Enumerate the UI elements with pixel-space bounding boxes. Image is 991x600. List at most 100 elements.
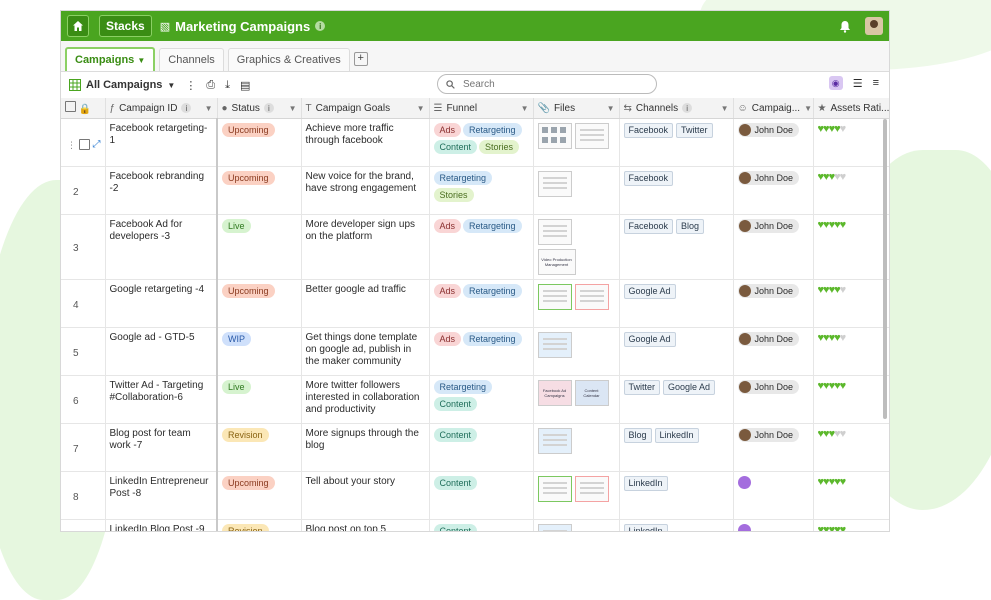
campaign-id-cell[interactable]: Facebook rebranding -2 [105,166,218,215]
status-cell[interactable]: Live [217,375,302,424]
row-index-cell[interactable]: 4 [61,279,106,328]
chevron-down-icon[interactable]: ▼ [607,104,615,113]
row-index-cell[interactable]: 2 [61,166,106,215]
channels-cell[interactable]: Blog LinkedIn [619,423,734,472]
column-header-campaign-id[interactable]: ƒ Campaign ID i ▼ [105,98,218,119]
chevron-down-icon[interactable]: ▼ [417,104,425,113]
channel-tag[interactable]: Facebook [623,123,674,138]
campaign-id-cell[interactable]: LinkedIn Blog Post -9 [105,519,218,531]
row-index-cell[interactable]: 7 [61,423,106,472]
channel-tag[interactable]: Twitter [676,123,713,138]
files-cell[interactable] [533,471,620,520]
files-cell[interactable]: Facebook Ad Campaigns Content Calendar [533,375,620,424]
table-row[interactable]: 7 Blog post for team work -7 Revision Mo… [61,423,889,472]
status-cell[interactable]: Live [217,214,302,280]
file-thumbnail[interactable]: Content Calendar [574,380,609,406]
channels-cell[interactable]: Google Ad [619,327,734,376]
funnel-cell[interactable]: Content [429,519,534,531]
heart-rating[interactable]: ♥♥♥♥♥ [818,171,847,183]
table-row[interactable]: 91 LinkedIn Blog Post -9 Revision Blog p… [61,519,889,531]
owner-chip[interactable]: John Doe [737,171,800,185]
chevron-down-icon[interactable]: ▼ [721,104,729,113]
hide-fields-icon[interactable]: ◉ [828,76,843,90]
channels-cell[interactable]: LinkedIn [619,471,734,520]
info-icon[interactable]: i [315,21,326,31]
owner-cell[interactable] [733,471,814,520]
add-tab-button[interactable]: + [353,52,368,66]
channel-tag[interactable]: Google Ad [623,332,676,347]
owner-cell[interactable] [733,519,814,531]
funnel-cell[interactable]: Ads Retargeting [429,327,534,376]
owner-chip[interactable]: John Doe [737,284,800,298]
channel-tag[interactable]: LinkedIn [654,428,699,443]
funnel-cell[interactable]: Content [429,423,534,472]
row-index-cell[interactable]: ⋮ ⤢ [61,118,106,167]
goal-cell[interactable]: More twitter followers interested in col… [301,375,430,424]
row-checkbox[interactable] [79,139,90,150]
more-icon[interactable]: ⋮ [185,79,196,92]
status-cell[interactable]: WIP [217,327,302,376]
search-box[interactable] [437,74,657,94]
layout-icon[interactable]: ▤ [240,79,250,92]
file-thumbnail[interactable] [574,123,609,149]
files-cell[interactable]: Video Production Management [533,214,620,280]
owner-cell[interactable]: John Doe [733,166,814,215]
goal-cell[interactable]: New voice for the brand, have strong eng… [301,166,430,215]
table-row[interactable]: 2 Facebook rebranding -2 Upcoming New vo… [61,166,889,215]
user-placeholder-icon[interactable] [737,476,751,489]
funnel-cell[interactable]: Ads Retargeting [429,214,534,280]
chevron-down-icon[interactable]: ▼ [521,104,529,113]
file-thumbnail[interactable]: Facebook Ad Campaigns [537,380,572,406]
funnel-cell[interactable]: Ads Retargeting [429,279,534,328]
rating-cell[interactable]: ♥♥♥♥♥ [813,166,889,215]
channel-tag[interactable]: Twitter [623,380,661,395]
channels-cell[interactable]: Twitter Google Ad [619,375,734,424]
owner-chip[interactable]: John Doe [737,332,800,346]
campaign-id-cell[interactable]: Blog post for team work -7 [105,423,218,472]
chevron-down-icon[interactable]: ▼ [289,104,297,113]
files-cell[interactable] [533,519,620,531]
rating-cell[interactable]: ♥♥♥♥♥ [813,279,889,328]
goal-cell[interactable]: Get things done template on google ad, p… [301,327,430,376]
stacks-button[interactable]: Stacks [99,15,152,37]
rating-cell[interactable]: ♥♥♥♥♥ [813,471,889,520]
table-row[interactable]: 6 Twitter Ad - Targeting #Collaboration-… [61,375,889,424]
user-avatar[interactable] [865,17,883,35]
row-index-cell[interactable]: 6 [61,375,106,424]
heart-rating[interactable]: ♥♥♥♥♥ [818,524,847,531]
tab-channels[interactable]: Channels [159,48,224,71]
file-thumbnail[interactable] [537,123,572,149]
owner-chip[interactable]: John Doe [737,380,800,394]
heart-rating[interactable]: ♥♥♥♥♥ [818,476,847,488]
column-header-assets-rating[interactable]: ★ Assets Rati... [813,98,889,119]
heart-rating[interactable]: ♥♥♥♥♥ [818,284,847,296]
files-cell[interactable] [533,423,620,472]
status-cell[interactable]: Revision [217,423,302,472]
funnel-cell[interactable]: Retargeting Stories [429,166,534,215]
column-header-channels[interactable]: ⇆ Channels i ▼ [619,98,734,119]
chevron-down-icon[interactable]: ▼ [205,104,213,113]
channels-cell[interactable]: Facebook Blog [619,214,734,280]
channels-cell[interactable]: Facebook Twitter [619,118,734,167]
heart-rating[interactable]: ♥♥♥♥♥ [818,123,847,135]
search-input[interactable] [461,77,635,91]
campaign-id-cell[interactable]: LinkedIn Entrepreneur Post -8 [105,471,218,520]
row-index-cell[interactable]: 3 [61,214,106,280]
table-row[interactable]: 5 Google ad - GTD-5 WIP Get things done … [61,327,889,376]
status-cell[interactable]: Revision [217,519,302,531]
campaign-id-cell[interactable]: Twitter Ad - Targeting #Collaboration-6 [105,375,218,424]
campaign-id-cell[interactable]: Google retargeting -4 [105,279,218,328]
column-header-campaign-owner[interactable]: ☺ Campaig... ▼ [733,98,814,119]
channel-tag[interactable]: Facebook [623,219,674,234]
rating-cell[interactable]: ♥♥♥♥♥ [813,375,889,424]
drag-handle-icon[interactable]: ⋮ [67,139,76,151]
column-header-funnel[interactable]: ☰ Funnel ▼ [429,98,534,119]
tab-campaigns[interactable]: Campaigns ▼ [65,47,156,71]
goal-cell[interactable]: Blog post on top 5 mantras to become a s… [301,519,430,531]
files-cell[interactable] [533,327,620,376]
file-thumbnail[interactable] [537,428,572,454]
status-cell[interactable]: Upcoming [217,118,302,167]
file-thumbnail[interactable] [537,332,572,358]
channel-tag[interactable]: Facebook [623,171,674,186]
vertical-scrollbar[interactable] [883,119,887,419]
